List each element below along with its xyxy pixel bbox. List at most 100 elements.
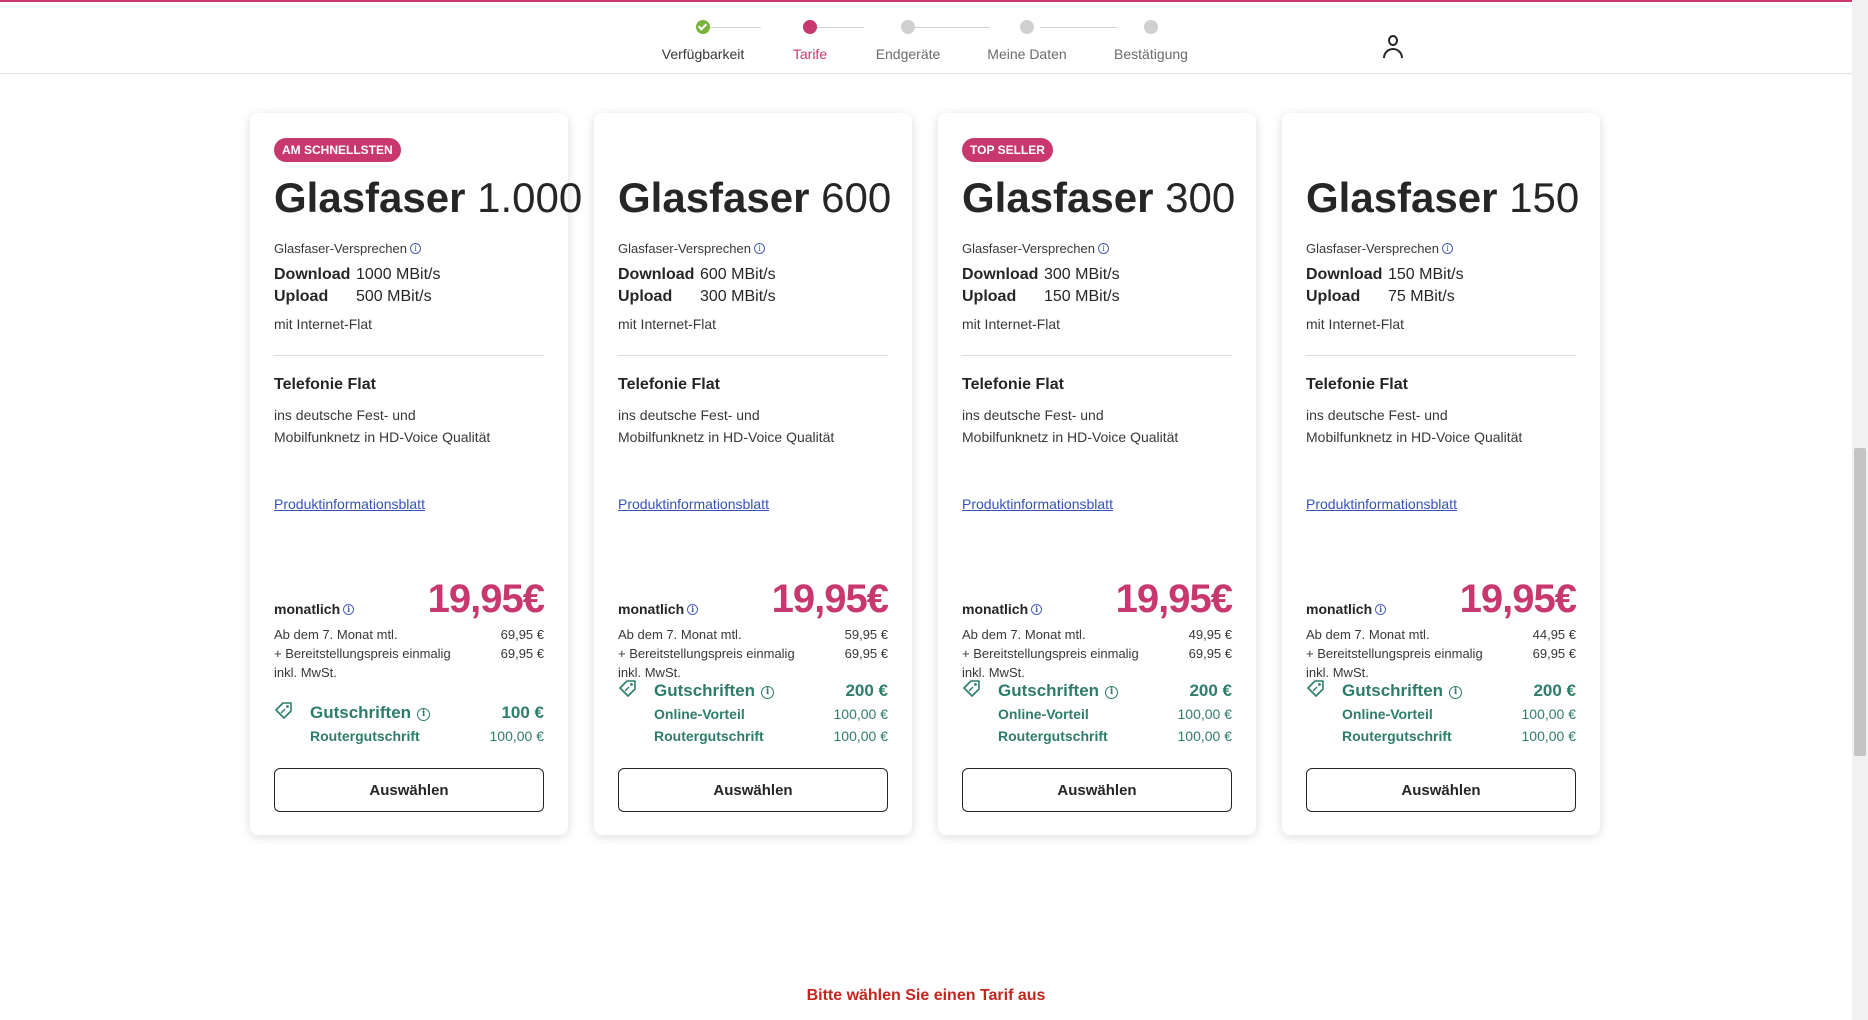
info-icon[interactable]: i	[1449, 686, 1463, 699]
glasfaser-versprechen: Glasfaser-Versprechen i	[1306, 241, 1453, 256]
tariff-card[interactable]: TOP SELLER Glasfaser 300 Glasfaser-Verspre…	[938, 113, 1256, 835]
download-speed: Download 1000 MBit/s	[274, 266, 440, 284]
download-speed: Download 300 MBit/s	[962, 266, 1120, 284]
upload-label: Upload	[962, 288, 1017, 305]
info-icon[interactable]: i	[1105, 686, 1119, 699]
download-label: Download	[618, 266, 695, 283]
tariff-name: Glasfaser	[618, 174, 810, 221]
upload-speed: Upload 300 MBit/s	[618, 288, 776, 306]
checkout-stepper: Verfügbarkeit Tarife Endgeräte Meine Dat…	[655, 18, 1215, 68]
step-verfuegbarkeit[interactable]: Verfügbarkeit	[648, 18, 758, 62]
online-label: Online-Vorteil	[654, 706, 745, 722]
step-dot	[1020, 20, 1034, 34]
setup-price: 69,95 €	[500, 646, 544, 661]
info-icon[interactable]: i	[1375, 604, 1387, 615]
telefonie-description: ins deutsche Fest- und Mobilfunknetz in H…	[1306, 404, 1576, 448]
setup-label: + Bereitstellungspreis einmalig	[962, 646, 1139, 661]
tariff-card[interactable]: Glasfaser 150 Glasfaser-Versprechen i Downl…	[1282, 113, 1600, 835]
tel-line-2: Mobilfunknetz in HD-Voice Qualität	[274, 429, 491, 445]
promise-label: Glasfaser-Versprechen	[274, 241, 407, 256]
upload-label: Upload	[618, 288, 673, 305]
produktinformationsblatt-link[interactable]: Produktinformationsblatt	[1306, 496, 1457, 512]
info-icon[interactable]: i	[1097, 243, 1109, 254]
info-icon[interactable]: i	[409, 243, 421, 254]
after-month-row: Ab dem 7. Monat mtl. 69,95 €	[274, 627, 544, 642]
vat-note: inkl. MwSt.	[962, 665, 1025, 680]
routergutschrift-row: Routergutschrift 100,00 €	[310, 728, 544, 744]
upload-label: Upload	[274, 288, 329, 305]
scrollbar-thumb[interactable]	[1854, 448, 1866, 756]
tariff-badge: AM SCHNELLSTEN	[274, 138, 401, 162]
info-icon[interactable]: i	[417, 708, 431, 721]
tariff-card[interactable]: Glasfaser 600 Glasfaser-Versprechen i Downl…	[594, 113, 912, 835]
monthly-text: monatlich	[274, 601, 341, 617]
step-label: Bestätigung	[1114, 46, 1188, 62]
info-icon[interactable]: i	[753, 243, 765, 254]
select-tariff-button[interactable]: Auswählen	[618, 768, 888, 812]
upload-value: 300 MBit/s	[700, 288, 776, 305]
user-icon-body	[1383, 48, 1403, 58]
upload-value: 150 MBit/s	[1044, 288, 1120, 305]
tariff-speed: 150	[1509, 174, 1580, 221]
tariff-speed: 600	[821, 174, 892, 221]
tel-line-1: ins deutsche Fest- und	[618, 407, 760, 423]
glasfaser-versprechen: Glasfaser-Versprechen i	[618, 241, 765, 256]
online-vorteil-row: Online-Vorteil 100,00 €	[998, 706, 1232, 722]
info-icon[interactable]: i	[1031, 604, 1043, 615]
select-tariff-button[interactable]: Auswählen	[1306, 768, 1576, 812]
select-tariff-button[interactable]: Auswählen	[962, 768, 1232, 812]
produktinformationsblatt-link[interactable]: Produktinformationsblatt	[274, 496, 425, 512]
tariff-speed: 300	[1165, 174, 1236, 221]
after-price: 59,95 €	[844, 627, 888, 642]
after-price: 49,95 €	[1188, 627, 1232, 642]
scrollbar[interactable]	[1852, 0, 1868, 1020]
download-label: Download	[274, 266, 351, 283]
online-label: Online-Vorteil	[1342, 706, 1433, 722]
tariff-card[interactable]: AM SCHNELLSTEN Glasfaser 1.000 Glasfaser-V…	[250, 113, 582, 835]
info-icon[interactable]: i	[1441, 243, 1453, 254]
credits-total: 200 €	[845, 681, 888, 700]
info-icon[interactable]: i	[343, 604, 355, 615]
telefonie-description: ins deutsche Fest- und Mobilfunknetz in H…	[962, 404, 1232, 448]
check-icon	[696, 20, 710, 34]
internet-flat-label: mit Internet-Flat	[1306, 316, 1405, 332]
tariff-name: Glasfaser	[962, 174, 1154, 221]
internet-flat-label: mit Internet-Flat	[274, 316, 373, 332]
select-tariff-button[interactable]: Auswählen	[274, 768, 544, 812]
step-tarife[interactable]: Tarife	[755, 18, 865, 62]
telefonie-title: Telefonie Flat	[618, 376, 720, 393]
info-icon[interactable]: i	[761, 686, 775, 699]
setup-row: + Bereitstellungspreis einmalig 69,95 €	[274, 646, 544, 661]
credits-label: Gutschriften	[310, 703, 412, 722]
tariff-name: Glasfaser	[274, 174, 466, 221]
after-label: Ab dem 7. Monat mtl.	[618, 627, 742, 642]
routergutschrift-row: Routergutschrift 100,00 €	[1342, 728, 1576, 744]
download-speed: Download 150 MBit/s	[1306, 266, 1464, 284]
router-value: 100,00 €	[489, 728, 545, 744]
telefonie-title: Telefonie Flat	[274, 376, 376, 393]
download-speed: Download 600 MBit/s	[618, 266, 776, 284]
upload-speed: Upload 150 MBit/s	[962, 288, 1120, 306]
upload-speed: Upload 500 MBit/s	[274, 288, 432, 306]
setup-row: + Bereitstellungspreis einmalig 69,95 €	[1306, 646, 1576, 661]
tag-icon	[1307, 680, 1324, 697]
setup-label: + Bereitstellungspreis einmalig	[618, 646, 795, 661]
step-label: Endgeräte	[875, 46, 941, 62]
monthly-label: monatlich i	[618, 601, 699, 617]
produktinformationsblatt-link[interactable]: Produktinformationsblatt	[962, 496, 1113, 512]
setup-row: + Bereitstellungspreis einmalig 69,95 €	[962, 646, 1232, 661]
online-vorteil-row: Online-Vorteil 100,00 €	[654, 706, 888, 722]
router-value: 100,00 €	[1177, 728, 1233, 744]
online-value: 100,00 €	[1521, 706, 1577, 722]
credits-total: 200 €	[1533, 681, 1576, 700]
glasfaser-versprechen: Glasfaser-Versprechen i	[962, 241, 1109, 256]
monthly-label: monatlich i	[962, 601, 1043, 617]
info-icon[interactable]: i	[687, 604, 699, 615]
credits-total: 100 €	[501, 703, 544, 722]
promise-label: Glasfaser-Versprechen	[1306, 241, 1439, 256]
setup-price: 69,95 €	[844, 646, 888, 661]
router-label: Routergutschrift	[1342, 728, 1452, 744]
upload-label: Upload	[1306, 288, 1361, 305]
user-icon[interactable]	[1380, 32, 1406, 60]
produktinformationsblatt-link[interactable]: Produktinformationsblatt	[618, 496, 769, 512]
